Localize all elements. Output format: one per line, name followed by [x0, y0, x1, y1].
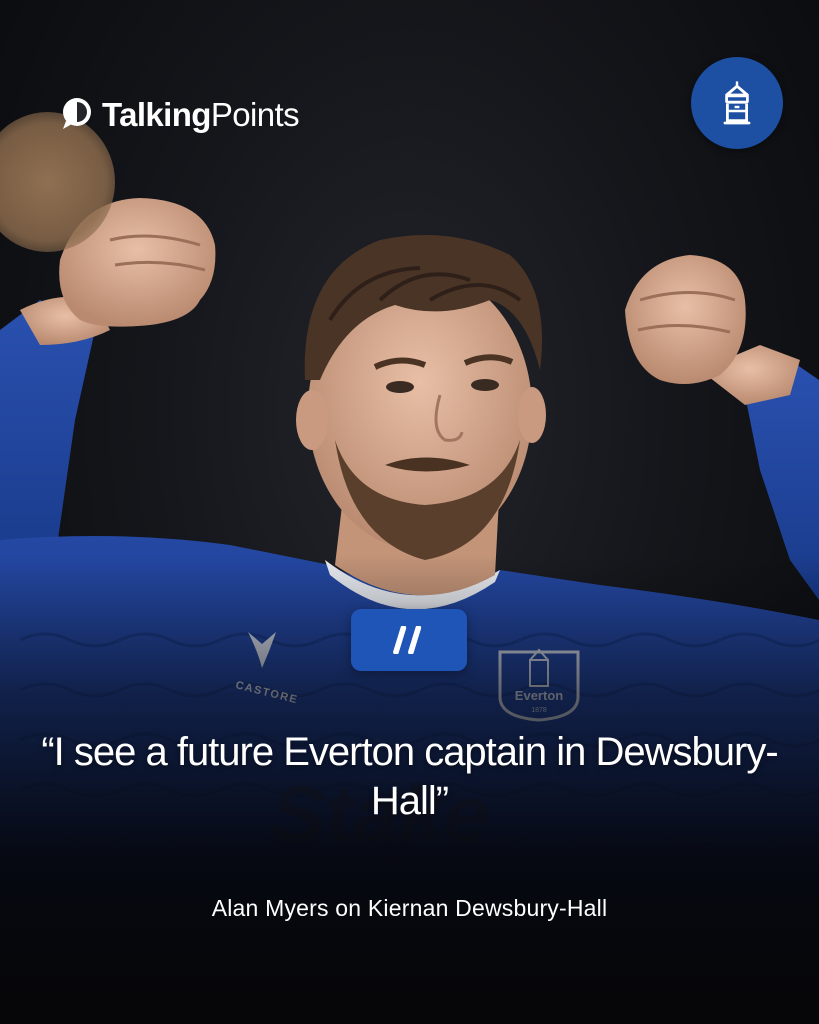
brand-name-bold: Talking	[102, 95, 211, 133]
brand-wordmark: TalkingPoints	[102, 95, 300, 133]
quote-marker-chip	[351, 609, 467, 671]
talkingpoints-logo: TalkingPoints	[60, 92, 300, 136]
post-card: CASTORE Everton 1878 Stake .com TalkingP…	[0, 0, 819, 1024]
prince-rupert-tower-icon	[723, 81, 751, 125]
brand-name-regular: Points	[210, 95, 300, 133]
talkingpoints-logo-icon	[63, 98, 91, 129]
club-badge	[691, 57, 783, 149]
quote-attribution: Alan Myers on Kiernan Dewsbury-Hall	[211, 895, 608, 921]
pull-quote: “I see a future Everton captain in Dewsb…	[41, 730, 778, 823]
double-slash-quote-icon	[393, 626, 422, 654]
